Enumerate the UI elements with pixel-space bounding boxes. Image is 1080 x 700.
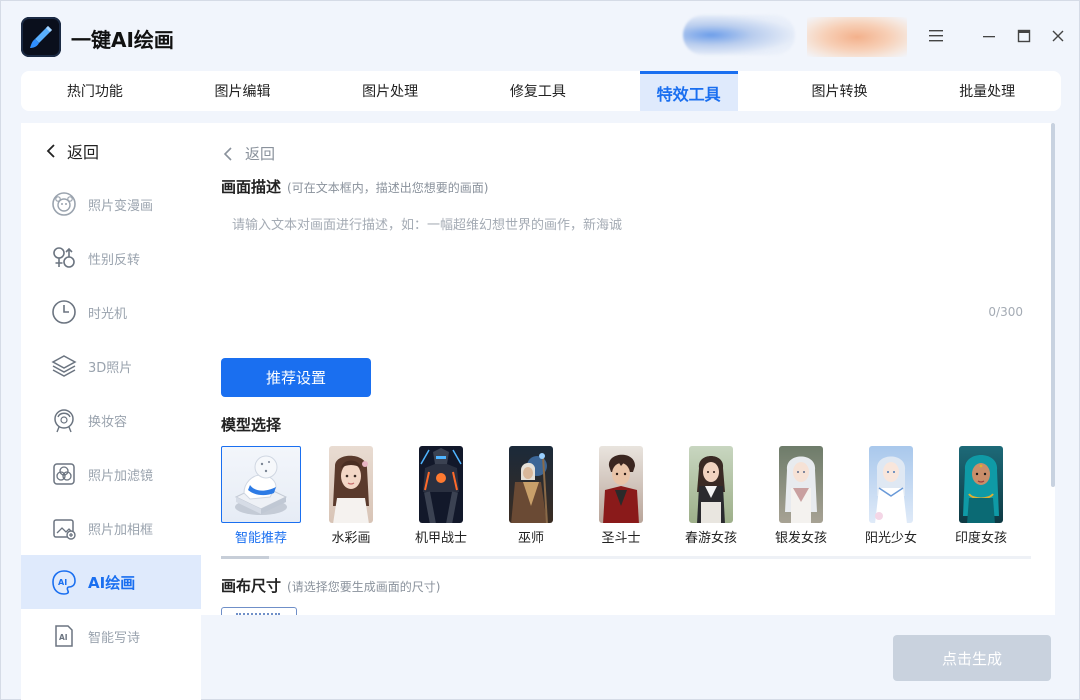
tab-effects-tools[interactable]: 特效工具 [639, 71, 738, 111]
model-label: 银发女孩 [774, 531, 827, 546]
canvas-section-title: 画布尺寸 (请选择您要生成画面的尺寸) [221, 575, 440, 596]
sidebar-item-3d-photo[interactable]: 3D照片 [21, 339, 201, 393]
model-thumbnail [419, 446, 463, 523]
canvas-title: 画布尺寸 [221, 577, 282, 595]
main-back-button[interactable]: 返回 [221, 143, 275, 164]
cartoon-face-icon [49, 189, 79, 219]
sidebar-item-label: 换妆容 [88, 414, 128, 430]
model-wizard[interactable]: 巫师 [491, 446, 571, 546]
tab-repair-tools[interactable]: 修复工具 [464, 71, 612, 111]
main-panel: 返回 画面描述 (可在文本框内，描述出您想要的画面) 0/300 推荐设置 模型选… [201, 123, 1055, 615]
model-watercolor[interactable]: 水彩画 [311, 446, 391, 546]
sidebar-item-label: 智能写诗 [88, 630, 141, 646]
model-list-scroll-thumb[interactable] [221, 556, 269, 559]
sidebar-item-gender-swap[interactable]: 性别反转 [21, 231, 201, 285]
sidebar-item-photo-to-cartoon[interactable]: 照片变漫画 [21, 177, 201, 231]
sidebar-item-photo-frame[interactable]: 照片加相框 [21, 501, 201, 555]
sidebar-item-ai-poetry[interactable]: AI 智能写诗 [21, 609, 201, 663]
model-spring-girl[interactable]: 春游女孩 [671, 446, 751, 546]
sidebar-item-photo-filter[interactable]: 照片加滤镜 [21, 447, 201, 501]
model-list: 智能推荐 水彩画 机甲战士 巫师 圣斗士 春游女孩 银发女孩 阳光少女 印度女孩 [221, 446, 1041, 556]
makeup-face-icon [49, 405, 79, 435]
sidebar-item-label: AI绘画 [88, 573, 136, 592]
sidebar-item-label: 时光机 [88, 306, 128, 322]
character-counter: 0/300 [988, 305, 1023, 319]
canvas-size-option[interactable] [221, 607, 297, 615]
model-label: 春游女孩 [684, 531, 737, 546]
model-indian-girl[interactable]: 印度女孩 [941, 446, 1021, 546]
tab-batch-process[interactable]: 批量处理 [913, 71, 1061, 111]
app-title: 一键AI绘画 [71, 28, 174, 52]
close-icon[interactable] [1047, 25, 1069, 47]
sidebar-item-makeup[interactable]: 换妆容 [21, 393, 201, 447]
sidebar: 返回 照片变漫画 性别反转 时光机 3D照片 换妆容 照片加滤镜 照片加相框 A… [21, 123, 201, 700]
tab-image-convert[interactable]: 图片转换 [766, 71, 914, 111]
description-section-title: 画面描述 (可在文本框内，描述出您想要的画面) [221, 176, 488, 197]
model-label: 巫师 [517, 531, 544, 546]
model-label: 水彩画 [331, 531, 371, 546]
top-nav-tabs: 热门功能 图片编辑 图片处理 修复工具 特效工具 图片转换 批量处理 [21, 71, 1061, 111]
ai-paint-icon: AI [49, 567, 79, 597]
model-silver-hair-girl[interactable]: 银发女孩 [761, 446, 841, 546]
model-label: 印度女孩 [954, 531, 1007, 546]
sidebar-item-label: 照片变漫画 [88, 198, 154, 214]
model-label: 圣斗士 [601, 531, 641, 546]
model-thumbnail [221, 446, 301, 523]
model-thumbnail [959, 446, 1003, 523]
model-thumbnail [599, 446, 643, 523]
model-saint-warrior[interactable]: 圣斗士 [581, 446, 661, 546]
sidebar-item-ai-painting[interactable]: AI AI绘画 [21, 555, 201, 609]
app-logo-icon [21, 17, 61, 57]
filter-icon [49, 459, 79, 489]
model-thumbnail [689, 446, 733, 523]
sidebar-item-label: 3D照片 [88, 360, 133, 376]
main-back-label: 返回 [245, 145, 276, 163]
layers-icon [49, 351, 79, 381]
tab-image-edit[interactable]: 图片编辑 [169, 71, 317, 111]
description-title: 画面描述 [221, 178, 282, 196]
model-label: 阳光少女 [864, 531, 917, 546]
model-thumbnail [779, 446, 823, 523]
minimize-icon[interactable] [978, 25, 1000, 47]
svg-text:AI: AI [58, 578, 67, 587]
sidebar-item-label: 照片加相框 [88, 522, 154, 538]
description-input[interactable] [221, 205, 1031, 325]
blurred-badge[interactable] [683, 15, 795, 55]
model-label: 机甲战士 [414, 531, 467, 546]
frame-icon [49, 513, 79, 543]
model-thumbnail [329, 446, 373, 523]
sidebar-item-label: 性别反转 [88, 252, 141, 268]
generate-button[interactable]: 点击生成 [893, 635, 1051, 681]
clock-icon [49, 297, 79, 327]
model-label: 智能推荐 [234, 531, 287, 546]
model-thumbnail [509, 446, 553, 523]
sidebar-back-button[interactable]: 返回 [43, 139, 99, 163]
gender-icon [49, 243, 79, 273]
description-hint: (可在文本框内，描述出您想要的画面) [287, 181, 489, 195]
model-sunshine-girl[interactable]: 阳光少女 [851, 446, 931, 546]
chevron-left-icon [46, 144, 55, 158]
main-panel-scrollbar[interactable] [1051, 123, 1055, 487]
sidebar-item-time-machine[interactable]: 时光机 [21, 285, 201, 339]
model-section-title: 模型选择 [221, 416, 282, 434]
model-thumbnail [869, 446, 913, 523]
sidebar-item-label: 照片加滤镜 [88, 468, 154, 484]
app-window: 一键AI绘画 热门功能 图片编辑 图片处理 修复工具 特效工具 图片转换 批量处… [0, 0, 1080, 700]
title-bar: 一键AI绘画 [1, 1, 1079, 69]
ai-document-icon: AI [49, 621, 79, 651]
model-smart-recommend[interactable]: 智能推荐 [221, 446, 301, 546]
sidebar-back-label: 返回 [67, 143, 100, 162]
chevron-left-icon [223, 146, 232, 161]
tab-hot-features[interactable]: 热门功能 [21, 71, 169, 111]
model-mecha-warrior[interactable]: 机甲战士 [401, 446, 481, 546]
canvas-hint: (请选择您要生成画面的尺寸) [287, 580, 441, 594]
svg-text:AI: AI [59, 633, 68, 642]
maximize-icon[interactable] [1013, 25, 1035, 47]
tab-image-process[interactable]: 图片处理 [316, 71, 464, 111]
model-list-scrollbar[interactable] [221, 556, 1031, 559]
blurred-user-avatar[interactable] [807, 17, 907, 57]
recommend-settings-button[interactable]: 推荐设置 [221, 358, 371, 397]
menu-icon[interactable] [925, 25, 947, 47]
